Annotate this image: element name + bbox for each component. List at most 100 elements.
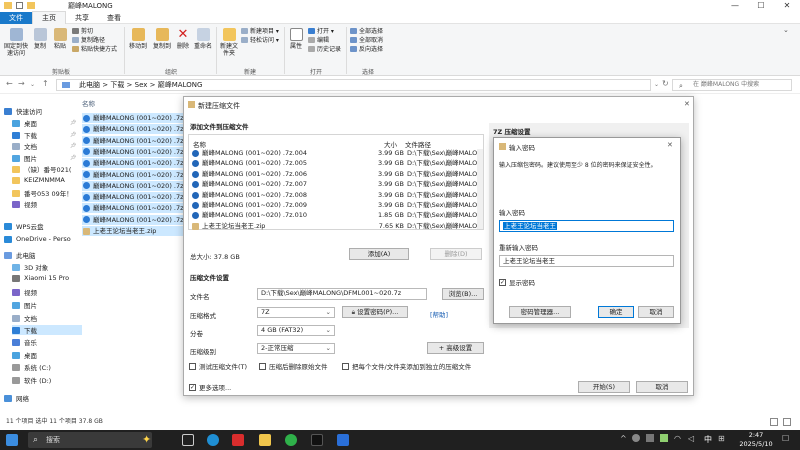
refresh-icon[interactable]: ↻ [662, 79, 669, 88]
breadcrumb-item[interactable]: Sex [135, 81, 148, 89]
test-archive-checkbox[interactable]: 测试压缩文件(T) [189, 361, 247, 371]
cancel-button[interactable]: 取消 [638, 306, 674, 318]
nav-item[interactable]: 图片 📌︎ [12, 153, 76, 163]
nav-item[interactable]: 快速访问 [4, 106, 42, 116]
chevron-down-icon[interactable]: ⌄ [30, 81, 35, 88]
more-options-checkbox[interactable]: ✓ 更多选项... [189, 382, 231, 392]
column-header-name[interactable]: 名称 [82, 98, 95, 108]
archive-file-row[interactable]: 巅峰MALONG (001~020) .7z.006 3.99 GB D:\下载\S… [192, 170, 478, 179]
task-view-icon[interactable] [182, 434, 194, 446]
nav-item[interactable]: 音乐 [12, 337, 37, 347]
wifi-icon[interactable]: ◠ [674, 434, 681, 443]
breadcrumb-item[interactable]: 巅峰MALONG [158, 81, 203, 89]
tab-share[interactable]: 共享 [66, 12, 98, 24]
file-row[interactable]: 巅峰MALONG (001~020) .7z [82, 135, 186, 146]
nav-item[interactable]: 下载 [12, 325, 82, 335]
close-icon[interactable]: ✕ [667, 141, 673, 149]
file-row[interactable]: 巅峰MALONG (001~020) .7z [82, 146, 186, 157]
file-row[interactable]: 巅峰MALONG (001~020) .7z [82, 169, 186, 180]
nav-item[interactable]: 3D 对象 [12, 262, 48, 272]
nav-item[interactable]: 视频 [12, 199, 37, 209]
rename-button[interactable]: 重命名 [193, 28, 213, 50]
wechat-icon[interactable] [285, 434, 297, 446]
copy-path-button[interactable]: 复制路径 [72, 37, 105, 45]
tab-file[interactable]: 文件 [0, 11, 32, 24]
file-row[interactable]: 巅峰MALONG (001~020) .7z [82, 113, 186, 123]
archive-file-list[interactable]: 名称 大小 文件路径 巅峰MALONG (001~020) .7z.004 3.9… [188, 134, 484, 230]
app-icon[interactable] [337, 434, 349, 446]
start-icon[interactable] [6, 434, 18, 446]
cut-button[interactable]: 剪切 [72, 28, 93, 36]
tab-view[interactable]: 查看 [98, 12, 130, 24]
input-method[interactable]: 中 [704, 434, 712, 445]
cancel-button[interactable]: 取消 [636, 381, 688, 393]
breadcrumb-item[interactable]: 下载 [110, 81, 124, 89]
nav-item[interactable]: 文档 [12, 313, 37, 323]
file-explorer-icon[interactable] [259, 434, 271, 446]
nav-item[interactable]: 软件 (D:) [12, 375, 51, 385]
search-input[interactable]: ⌕ 在 巅峰MALONG 中搜索 [672, 79, 792, 91]
nav-item[interactable]: 网络 [4, 393, 29, 403]
browse-button[interactable]: 浏览(B)... [442, 288, 484, 300]
large-icons-view-icon[interactable] [783, 418, 791, 426]
forward-arrow-icon[interactable]: → [18, 79, 25, 88]
copy-to-button[interactable]: 复制到 [151, 28, 173, 50]
nav-item[interactable]: 番号053 09年！ [12, 188, 73, 198]
add-button[interactable]: 添加(A) [349, 248, 409, 260]
checkbox-icon[interactable] [16, 2, 23, 9]
split-select[interactable]: 4 GB (FAT32) ⌄ [257, 325, 335, 336]
maximize-button[interactable]: ☐ [748, 0, 774, 12]
remove-button[interactable]: 删除(D) [430, 248, 482, 260]
edit-button[interactable]: 编辑 [308, 37, 329, 45]
archive-file-row[interactable]: 巅峰MALONG (001~020) .7z.004 3.99 GB D:\下载\S… [192, 149, 478, 158]
password-manager-button[interactable]: 密码管理器... [509, 306, 571, 318]
sparkle-icon[interactable]: ✦ [142, 433, 151, 446]
clock[interactable]: 2:47 2025/5/10 [738, 431, 774, 449]
move-to-button[interactable]: 移动到 [127, 28, 149, 50]
level-select[interactable]: 2-正常压缩 ⌄ [257, 343, 335, 354]
close-icon[interactable]: ✕ [684, 100, 690, 108]
paste-shortcut-button[interactable]: 粘贴快捷方式 [72, 46, 117, 54]
tab-home[interactable]: 主页 [32, 11, 66, 24]
new-folder-button[interactable]: 新建文件夹 [219, 28, 239, 57]
nav-item[interactable]: 桌面 📌︎ [12, 118, 76, 128]
column-header-name[interactable]: 名称 [193, 139, 206, 149]
column-header-path[interactable]: 文件路径 [405, 139, 431, 149]
taskbar-search[interactable]: ⌕ 搜索 [28, 432, 152, 448]
file-row[interactable]: 巅峰MALONG (001~020) .7z [82, 180, 186, 191]
archive-file-row[interactable]: 上老王论坛当老王.zip 7.65 KBD:\下载\Sex\巅峰MALONG [192, 222, 478, 231]
filename-input[interactable]: D:\下载\Sex\巅峰MALONG\DFML001~020.7z [257, 288, 427, 300]
invert-select-button[interactable]: 反向选择 [350, 46, 383, 54]
archive-file-row[interactable]: 巅峰MALONG (001~020) .7z.007 3.99 GB D:\下载\S… [192, 180, 478, 189]
archive-file-row[interactable]: 巅峰MALONG (001~020) .7z.008 3.99 GB D:\下载\S… [192, 191, 478, 200]
file-row[interactable]: 巅峰MALONG (001~020) .7z [82, 124, 186, 135]
separate-archives-checkbox[interactable]: 把每个文件/文件夹添加到独立的压缩文件 [342, 361, 471, 371]
file-row[interactable]: 巅峰MALONG (001~020) .7z [82, 192, 186, 203]
nav-item[interactable]: 图片 [12, 300, 37, 310]
set-password-button[interactable]: 🔒︎ 设置密码(P)... [342, 306, 408, 318]
capcut-icon[interactable] [311, 434, 323, 446]
file-row[interactable]: 上老王论坛当老王.zip [82, 226, 186, 236]
history-button[interactable]: 历史记录 [308, 46, 341, 54]
up-arrow-icon[interactable]: ↑ [42, 79, 49, 88]
show-password-checkbox[interactable]: ✓ 显示密码 [499, 277, 535, 287]
ok-button[interactable]: 确定 [598, 306, 634, 318]
nav-item[interactable]: Xiaomi 15 Pro [12, 274, 69, 282]
close-button[interactable]: ✕ [774, 0, 800, 12]
start-button[interactable]: 开始(S) [578, 381, 630, 393]
nav-item[interactable]: KEIZMNMMA [12, 176, 65, 184]
minimize-button[interactable]: — [722, 0, 748, 12]
tray-app-icon[interactable] [660, 434, 668, 442]
column-header-size[interactable]: 大小 [384, 139, 397, 149]
breadcrumb-item[interactable]: 此电脑 [79, 81, 100, 89]
pin-button[interactable]: 固定到快速访问 [3, 28, 29, 57]
delete-after-checkbox[interactable]: 压缩后删除原始文件 [259, 361, 328, 371]
select-all-button[interactable]: 全部选择 [350, 28, 383, 36]
notification-icon[interactable]: ☐ [782, 434, 789, 443]
nav-item[interactable]: 文档 📌︎ [12, 141, 76, 151]
nav-item[interactable]: OneDrive - Perso [4, 235, 71, 243]
nav-item[interactable]: 下载 📌︎ [12, 130, 76, 140]
tray-app-icon[interactable] [646, 434, 654, 442]
wps-icon[interactable] [232, 434, 244, 446]
chevron-down-icon[interactable]: ⌄ [654, 81, 659, 88]
